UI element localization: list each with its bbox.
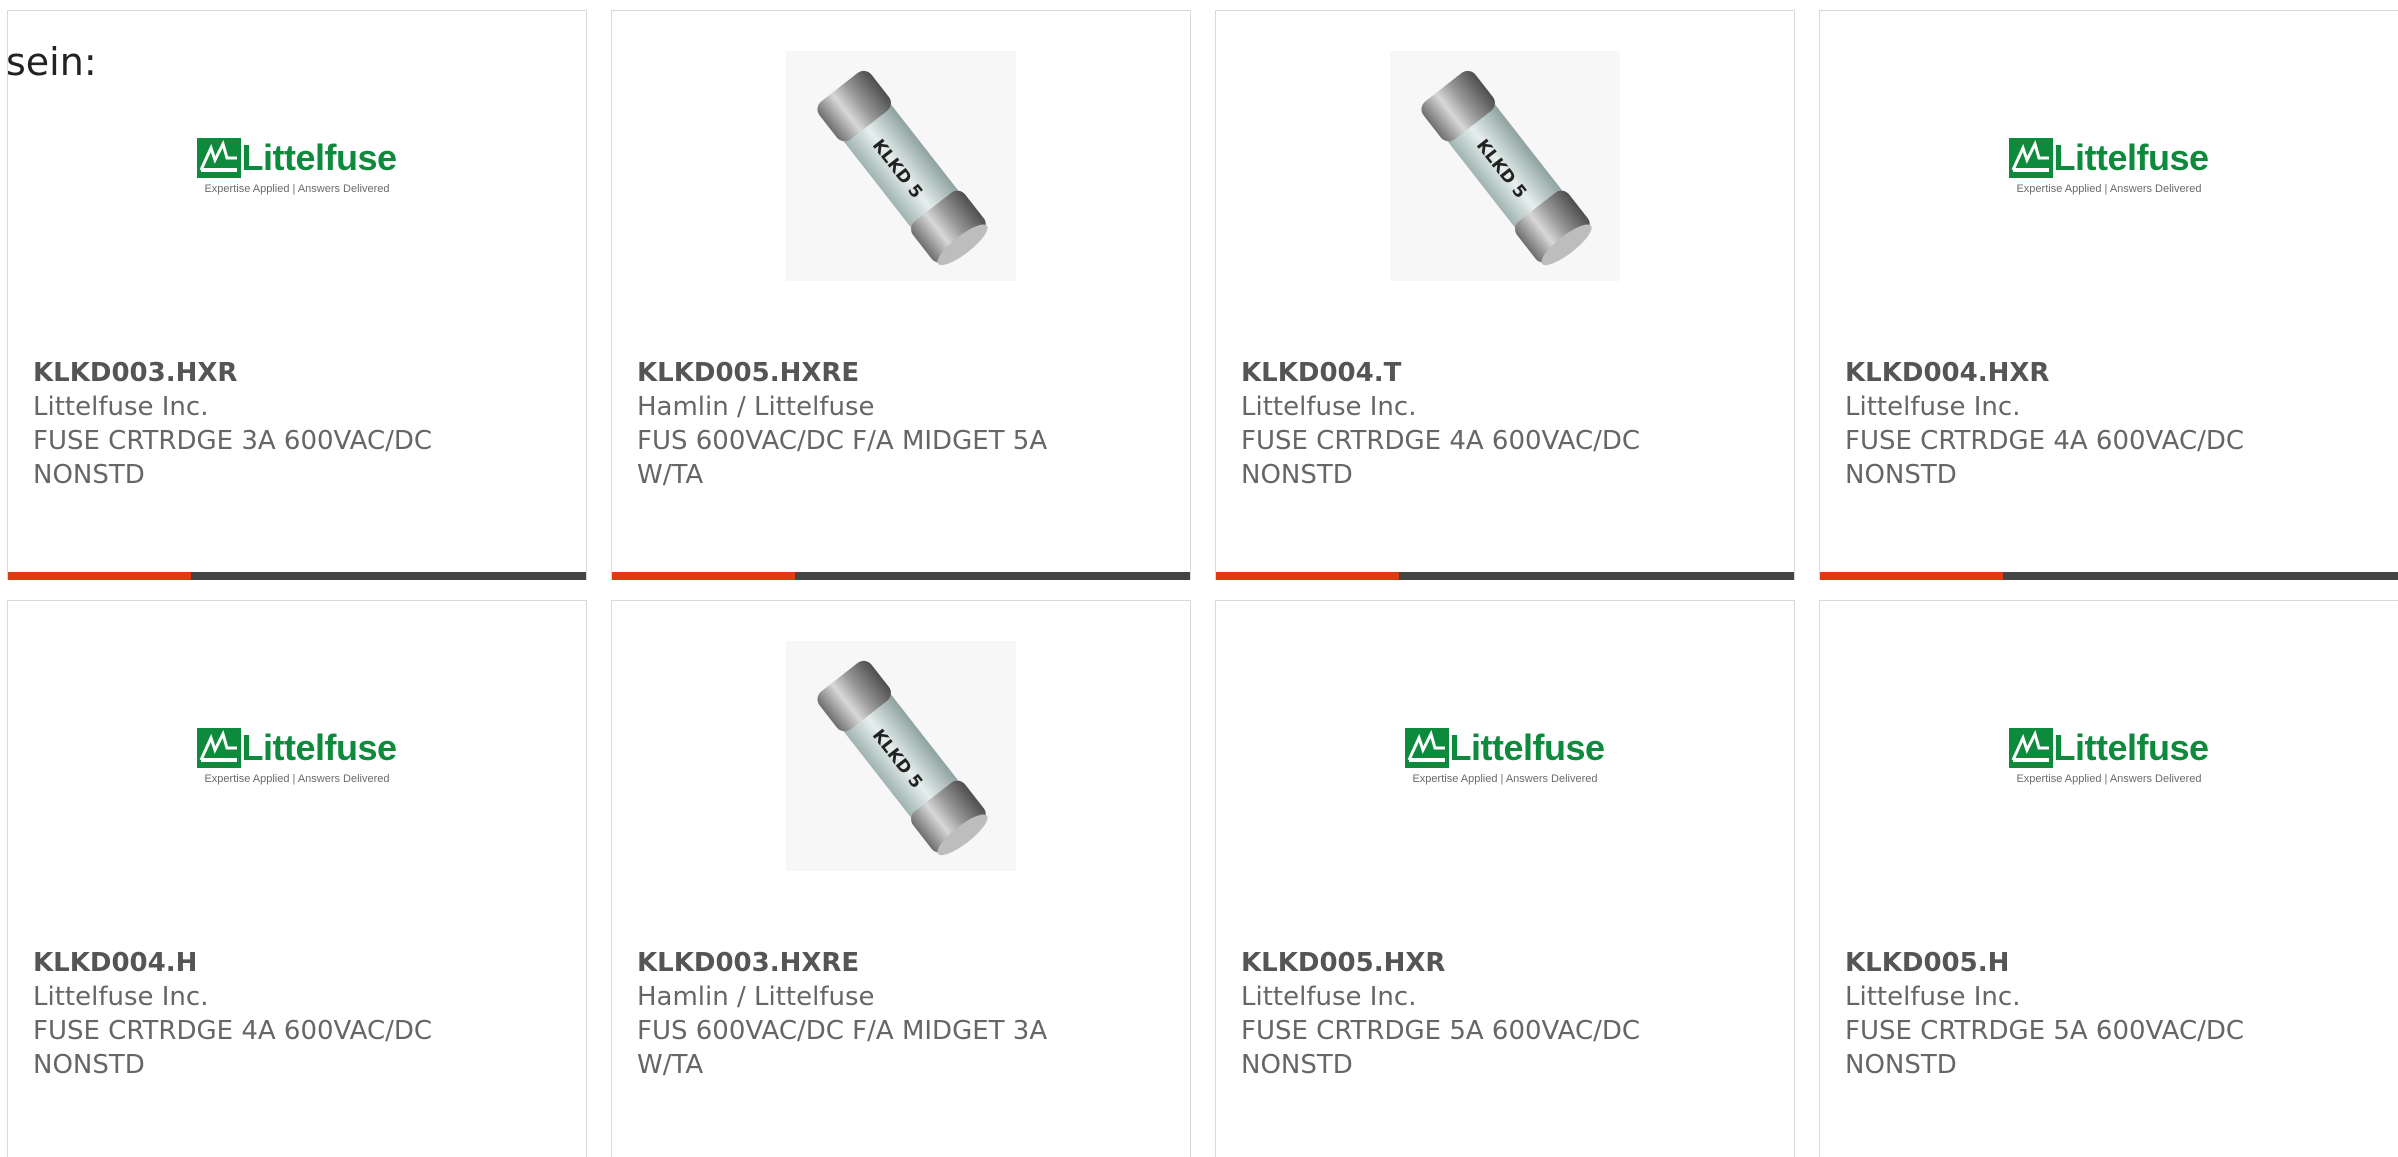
logo-tagline: Expertise Applied | Answers Delivered — [204, 773, 390, 785]
product-image[interactable]: Littelfuse Expertise Applied | Answers De… — [8, 51, 586, 281]
product-image[interactable]: KLKD 5 — [612, 641, 1190, 871]
logo-wordmark: Littelfuse — [2053, 137, 2209, 178]
manufacturer: Littelfuse Inc. — [1241, 982, 1417, 1012]
logo-wordmark: Littelfuse — [241, 137, 397, 178]
part-number[interactable]: KLKD003.HXRE — [637, 946, 1170, 980]
product-card[interactable]: Littelfuse Expertise Applied | Answers De… — [1215, 600, 1795, 1157]
product-image[interactable]: KLKD 5 — [1216, 51, 1794, 281]
manufacturer: Littelfuse Inc. — [33, 982, 209, 1012]
product-card[interactable]: Littelfuse Expertise Applied | Answers De… — [1819, 10, 2398, 580]
product-card[interactable]: KLKD 5 KLKD005.HXRE Hamlin / Littelfuse … — [611, 10, 1191, 580]
description: FUSE CRTRDGE 3A 600VAC/DC NONSTD — [33, 426, 433, 490]
fuse-photo-icon: KLKD 5 — [786, 641, 1016, 871]
fuse-photo-icon: KLKD 5 — [786, 51, 1016, 281]
part-number[interactable]: KLKD005.HXR — [1241, 946, 1774, 980]
part-number[interactable]: KLKD004.T — [1241, 356, 1774, 390]
part-number[interactable]: KLKD003.HXR — [33, 356, 566, 390]
product-image[interactable]: KLKD 5 — [612, 51, 1190, 281]
product-card[interactable]: KLKD 5 KLKD004.T Littelfuse Inc. FUSE CR… — [1215, 10, 1795, 580]
fuse-photo-icon: KLKD 5 — [1390, 51, 1620, 281]
littelfuse-logo: Littelfuse Expertise Applied | Answers De… — [197, 137, 397, 195]
card-bar-accent — [8, 572, 191, 580]
card-bar — [612, 572, 1190, 580]
card-bar — [1216, 572, 1794, 580]
card-bar — [1820, 572, 2398, 580]
product-card[interactable]: KLKD 5 KLKD003.HXRE Hamlin / Littelfuse … — [611, 600, 1191, 1157]
littelfuse-mark-icon — [197, 728, 242, 768]
logo-tagline: Expertise Applied | Answers Delivered — [2016, 183, 2202, 195]
littelfuse-logo: Littelfuse Expertise Applied | Answers De… — [2009, 727, 2209, 785]
description: FUSE CRTRDGE 4A 600VAC/DC NONSTD — [1845, 426, 2245, 490]
card-bar-accent — [1216, 572, 1399, 580]
logo-tagline: Expertise Applied | Answers Delivered — [2016, 773, 2202, 785]
description: FUS 600VAC/DC F/A MIDGET 3A W/TA — [637, 1016, 1048, 1080]
littelfuse-mark-icon — [2009, 138, 2054, 178]
manufacturer: Littelfuse Inc. — [1241, 392, 1417, 422]
part-number[interactable]: KLKD005.HXRE — [637, 356, 1170, 390]
description: FUSE CRTRDGE 4A 600VAC/DC NONSTD — [33, 1016, 433, 1080]
logo-wordmark: Littelfuse — [1449, 727, 1605, 768]
product-grid-page: sein: Littelfuse Expertise Applied | Answ… — [0, 0, 2398, 1157]
card-bar-accent — [612, 572, 795, 580]
manufacturer: Littelfuse Inc. — [33, 392, 209, 422]
manufacturer: Hamlin / Littelfuse — [637, 982, 875, 1012]
logo-tagline: Expertise Applied | Answers Delivered — [1412, 773, 1598, 785]
littelfuse-mark-icon — [197, 138, 242, 178]
manufacturer: Hamlin / Littelfuse — [637, 392, 875, 422]
logo-wordmark: Littelfuse — [241, 727, 397, 768]
part-number[interactable]: KLKD005.H — [1845, 946, 2378, 980]
part-number[interactable]: KLKD004.HXR — [1845, 356, 2378, 390]
product-image[interactable]: Littelfuse Expertise Applied | Answers De… — [8, 641, 586, 871]
part-number[interactable]: KLKD004.H — [33, 946, 566, 980]
description: FUSE CRTRDGE 5A 600VAC/DC NONSTD — [1241, 1016, 1641, 1080]
card-bar — [8, 572, 586, 580]
product-image[interactable]: Littelfuse Expertise Applied | Answers De… — [1820, 641, 2398, 871]
logo-wordmark: Littelfuse — [2053, 727, 2209, 768]
logo-tagline: Expertise Applied | Answers Delivered — [204, 183, 390, 195]
description: FUSE CRTRDGE 5A 600VAC/DC NONSTD — [1845, 1016, 2245, 1080]
intro-text: sein: — [6, 40, 97, 84]
product-card[interactable]: Littelfuse Expertise Applied | Answers De… — [7, 10, 587, 580]
product-card[interactable]: Littelfuse Expertise Applied | Answers De… — [1819, 600, 2398, 1157]
littelfuse-logo: Littelfuse Expertise Applied | Answers De… — [197, 727, 397, 785]
product-image[interactable]: Littelfuse Expertise Applied | Answers De… — [1820, 51, 2398, 281]
manufacturer: Littelfuse Inc. — [1845, 392, 2021, 422]
manufacturer: Littelfuse Inc. — [1845, 982, 2021, 1012]
product-image[interactable]: Littelfuse Expertise Applied | Answers De… — [1216, 641, 1794, 871]
littelfuse-logo: Littelfuse Expertise Applied | Answers De… — [1405, 727, 1605, 785]
product-card[interactable]: Littelfuse Expertise Applied | Answers De… — [7, 600, 587, 1157]
description: FUS 600VAC/DC F/A MIDGET 5A W/TA — [637, 426, 1048, 490]
description: FUSE CRTRDGE 4A 600VAC/DC NONSTD — [1241, 426, 1641, 490]
card-bar-accent — [1820, 572, 2003, 580]
littelfuse-mark-icon — [2009, 728, 2054, 768]
littelfuse-mark-icon — [1405, 728, 1450, 768]
littelfuse-logo: Littelfuse Expertise Applied | Answers De… — [2009, 137, 2209, 195]
